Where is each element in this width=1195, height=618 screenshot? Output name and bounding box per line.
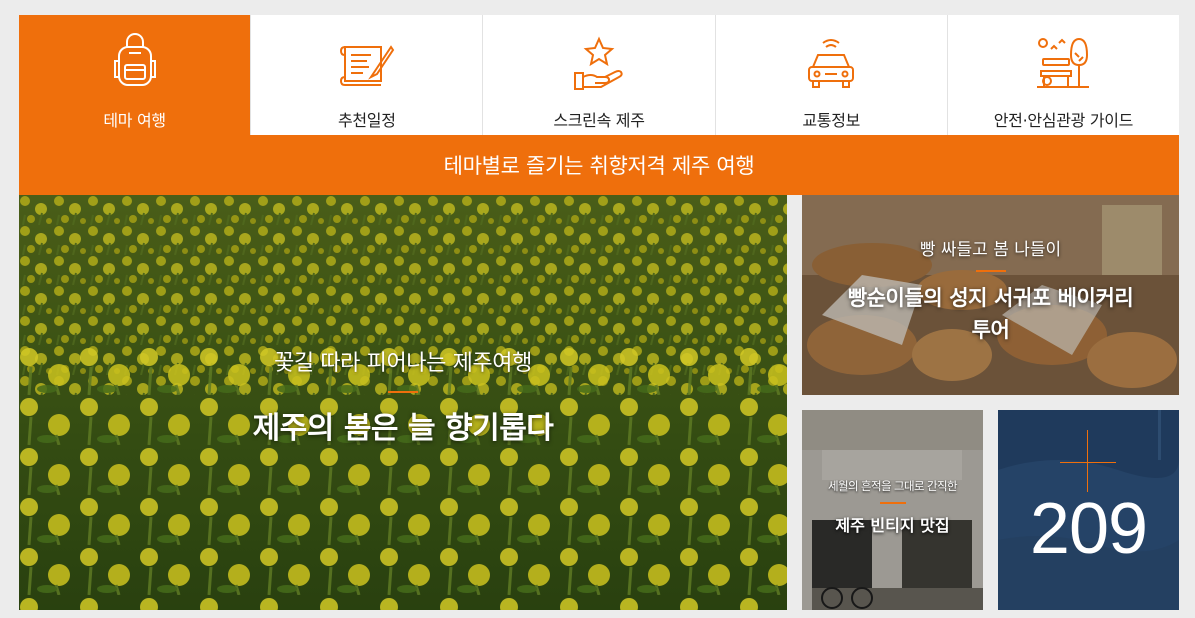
feature-spring-card[interactable]: 꽃길 따라 피어나는 제주여행 제주의 봄은 늘 향기롭다 xyxy=(19,195,787,610)
theme-count-value: 209 xyxy=(1029,489,1148,569)
feature-subtitle: 꽃길 따라 피어나는 제주여행 xyxy=(274,351,532,376)
car-icon xyxy=(808,39,855,88)
park-bench-icon xyxy=(1037,37,1090,88)
tab-label: 추천일정 xyxy=(337,111,396,130)
accent-divider xyxy=(879,502,906,504)
tab-label: 교통정보 xyxy=(802,111,861,130)
itinerary-icon xyxy=(339,45,394,86)
plus-decoration-horizontal xyxy=(1060,462,1116,463)
tab-jeju-on-screen[interactable]: 스크린속 제주 xyxy=(482,15,714,135)
bakery-tour-card[interactable]: 빵 싸들고 봄 나들이 빵순이들의 성지 서귀포 베이커리 투어 xyxy=(802,195,1179,395)
tab-recommended-itinerary[interactable]: 추천일정 xyxy=(250,15,482,135)
bakery-subtitle: 빵 싸들고 봄 나들이 xyxy=(919,240,1062,260)
theme-banner: 테마별로 즐기는 취향저격 제주 여행 xyxy=(19,135,1179,195)
accent-divider xyxy=(388,391,418,393)
tab-traffic-info[interactable]: 교통정보 xyxy=(714,15,947,135)
tab-label: 스크린속 제주 xyxy=(553,111,645,130)
accent-divider xyxy=(975,270,1006,272)
theme-tab-bar: 테마 여행 추천일정 스크린속 제주 교통정보 안전·안심관광 가이드 xyxy=(19,15,1179,135)
star-hand-icon xyxy=(574,36,623,90)
bakery-title: 빵순이들의 성지 서귀포 베이커리 투어 xyxy=(812,282,1169,346)
tab-label: 안전·안심관광 가이드 xyxy=(993,111,1134,130)
plus-decoration-vertical xyxy=(1087,430,1088,492)
tab-safety-guide[interactable]: 안전·안심관광 가이드 xyxy=(946,15,1179,135)
theme-count-card[interactable]: 209 xyxy=(998,410,1179,610)
vintage-restaurant-card[interactable]: 세월의 흔적을 그대로 간직한 제주 빈티지 맛집 xyxy=(802,410,983,610)
bakery-title-line2: 투어 xyxy=(971,318,1010,342)
tab-theme-travel[interactable]: 테마 여행 xyxy=(19,15,251,135)
tab-label: 테마 여행 xyxy=(103,111,166,130)
backpack-icon xyxy=(113,33,156,86)
bakery-title-line1: 빵순이들의 성지 서귀포 베이커리 xyxy=(847,286,1134,310)
vintage-title: 제주 빈티지 맛집 xyxy=(835,516,950,535)
feature-title: 제주의 봄은 늘 향기롭다 xyxy=(252,411,554,446)
vintage-subtitle: 세월의 흔적을 그대로 간직한 xyxy=(828,479,958,493)
